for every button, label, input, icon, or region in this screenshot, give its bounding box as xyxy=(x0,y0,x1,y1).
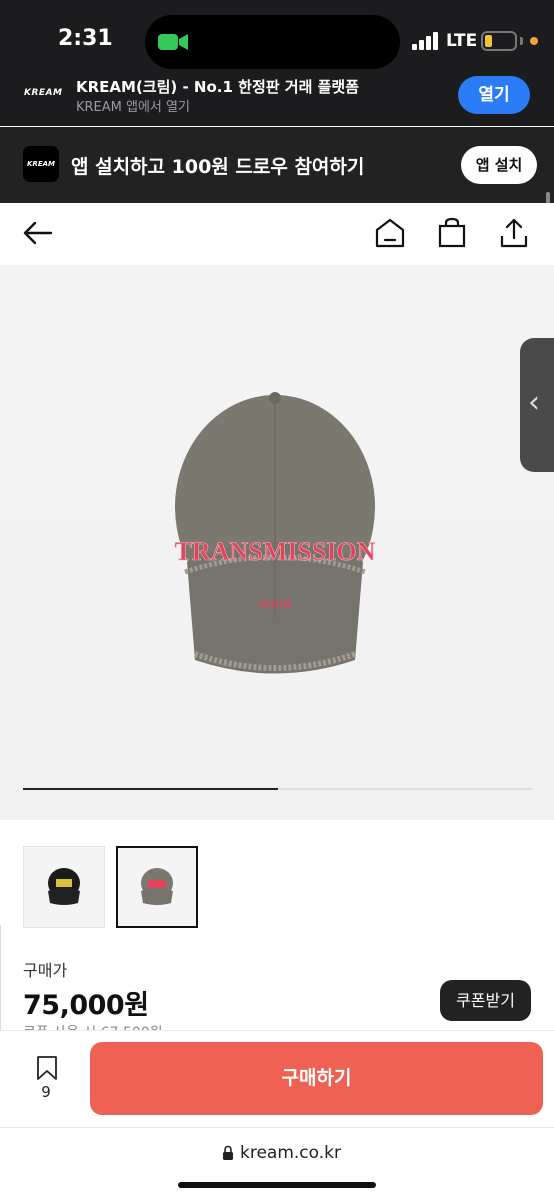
smart-app-banner: KREAM KREAM(크림) - No.1 한정판 거래 플랫폼 KREAM … xyxy=(0,70,554,126)
left-edge-divider xyxy=(0,925,1,1035)
thumbnail-grey-cap[interactable] xyxy=(116,846,198,928)
gallery-progress xyxy=(23,788,532,790)
status-time: 2:31 xyxy=(58,26,113,51)
shopping-bag-icon[interactable] xyxy=(435,216,469,250)
battery-tip xyxy=(520,37,523,45)
bookmark-count: 9 xyxy=(41,1083,51,1101)
battery-icon xyxy=(481,31,517,51)
privacy-dot-icon xyxy=(530,37,538,45)
signal-icon xyxy=(412,32,438,50)
cap-embroidery-text: TRANSMISSION xyxy=(175,537,376,566)
buy-button[interactable]: 구매하기 xyxy=(90,1042,543,1115)
get-coupon-button[interactable]: 쿠폰받기 xyxy=(440,980,531,1021)
thumbnail-black-cap[interactable] xyxy=(23,846,105,928)
grey-cap-image xyxy=(141,868,173,905)
bookmark-icon[interactable] xyxy=(34,1055,60,1081)
back-arrow-icon[interactable] xyxy=(21,216,55,250)
price-label: 구매가 xyxy=(23,961,68,980)
install-banner-text: 앱 설치하고 100원 드로우 참여하기 xyxy=(71,156,365,178)
share-icon[interactable] xyxy=(497,216,531,250)
url-text[interactable]: kream.co.kr xyxy=(240,1143,341,1163)
price-value: 75,000원 xyxy=(23,990,149,1021)
home-icon[interactable] xyxy=(373,216,407,250)
product-image-cap: TRANSMISSION TOUR xyxy=(174,392,376,674)
smart-banner-title: KREAM(크림) - No.1 한정판 거래 플랫폼 xyxy=(76,78,359,96)
kream-app-logo: KREAM xyxy=(23,146,59,182)
chevron-left-icon[interactable]: ‹ xyxy=(528,385,540,420)
home-indicator[interactable] xyxy=(178,1182,376,1188)
install-app-button[interactable]: 앱 설치 xyxy=(461,146,537,184)
network-type: LTE xyxy=(446,31,478,51)
smart-banner-subtitle: KREAM 앱에서 열기 xyxy=(76,100,190,115)
page-header xyxy=(0,203,554,265)
gallery-progress-fill xyxy=(23,788,278,790)
cap-patch-text: TOUR xyxy=(258,597,293,611)
lock-icon xyxy=(223,1145,233,1160)
camera-indicator-icon xyxy=(158,34,188,50)
kream-logo: KREAM xyxy=(24,88,63,98)
browser-url-bar[interactable] xyxy=(0,1127,554,1200)
black-cap-image xyxy=(48,868,80,905)
open-app-button[interactable]: 열기 xyxy=(458,76,530,114)
